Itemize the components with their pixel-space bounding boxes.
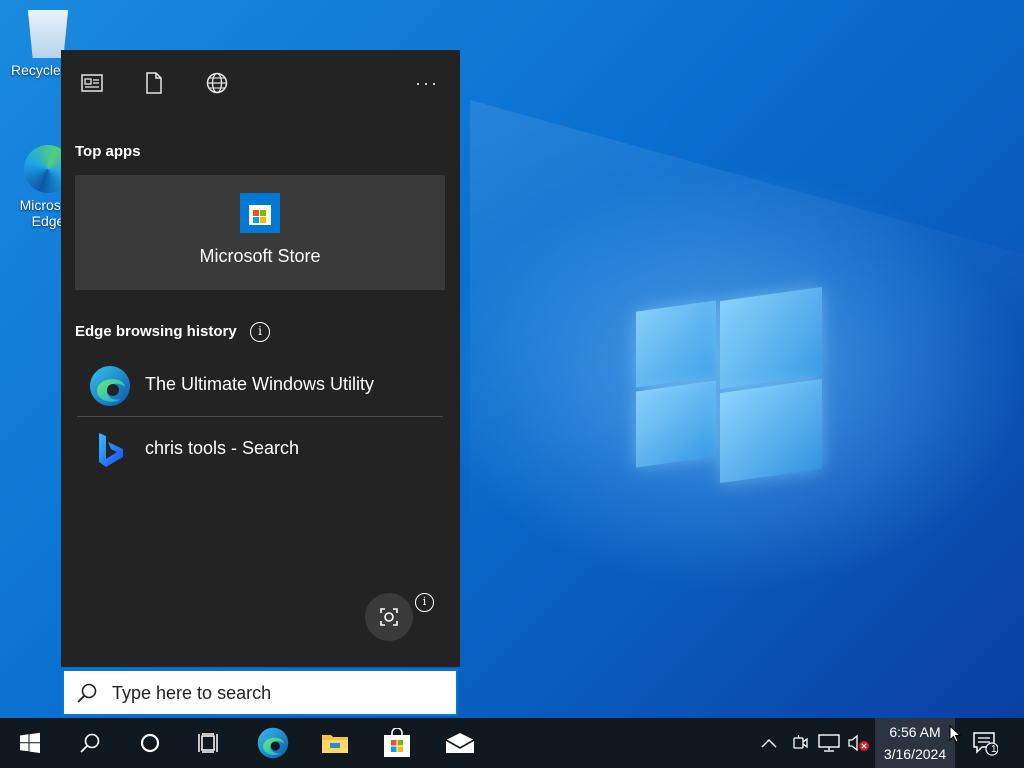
history-item[interactable]: chris tools - Search xyxy=(75,419,445,481)
notification-count: 1 xyxy=(991,744,997,755)
edge-icon xyxy=(257,727,289,759)
search-button[interactable] xyxy=(65,718,115,768)
top-apps-heading: Top apps xyxy=(75,143,141,160)
task-view-button[interactable] xyxy=(185,718,235,768)
mouse-cursor xyxy=(948,724,962,744)
file-explorer-icon xyxy=(322,735,348,753)
edge-icon xyxy=(89,365,131,407)
clock-date: 3/16/2024 xyxy=(883,746,947,762)
divider xyxy=(77,416,443,417)
start-icon xyxy=(20,732,40,753)
taskbar-search-box[interactable] xyxy=(62,669,458,716)
history-item-title: The Ultimate Windows Utility xyxy=(145,374,375,394)
visual-search-icon xyxy=(380,608,398,626)
file-explorer-button[interactable] xyxy=(310,718,360,768)
search-flyout-toolbar: ··· xyxy=(61,50,460,116)
cursor-icon xyxy=(949,725,961,743)
task-view-icon xyxy=(198,733,218,753)
mail-icon xyxy=(445,733,475,753)
more-icon[interactable]: ··· xyxy=(413,70,441,96)
store-icon xyxy=(240,193,280,233)
search-icon xyxy=(80,733,100,753)
search-flyout-panel: ··· Top apps Microsoft Store Edge browsi… xyxy=(61,50,460,667)
mail-button[interactable] xyxy=(435,718,485,768)
visual-search-button[interactable] xyxy=(365,593,413,641)
clock-time: 6:56 AM xyxy=(889,724,941,740)
network-icon xyxy=(818,734,840,752)
document-icon[interactable] xyxy=(140,70,168,96)
meet-now-button[interactable] xyxy=(787,718,813,768)
search-input[interactable] xyxy=(110,671,444,716)
cortana-icon xyxy=(140,733,160,753)
search-icon xyxy=(77,683,97,703)
info-icon[interactable]: i xyxy=(250,322,270,342)
show-hidden-icons-button[interactable] xyxy=(756,718,782,768)
taskbar: 6:56 AM 3/16/2024 1 xyxy=(0,718,1024,768)
taskbar-edge-button[interactable] xyxy=(248,718,298,768)
edge-history-heading: Edge browsing history xyxy=(75,323,237,340)
cortana-button[interactable] xyxy=(125,718,175,768)
start-button[interactable] xyxy=(5,718,55,768)
windows-logo-wallpaper xyxy=(630,286,830,484)
volume-muted-icon xyxy=(848,734,869,752)
chevron-up-icon xyxy=(761,738,777,748)
globe-icon[interactable] xyxy=(203,70,231,96)
network-button[interactable] xyxy=(815,718,843,768)
meet-now-icon xyxy=(793,735,808,749)
taskbar-store-button[interactable] xyxy=(372,718,422,768)
action-center-button[interactable]: 1 xyxy=(965,718,1005,768)
top-app-name: Microsoft Store xyxy=(199,246,321,266)
visual-search-info-icon[interactable]: i xyxy=(415,593,434,612)
bing-icon xyxy=(89,429,131,471)
top-app-card-microsoft-store[interactable]: Microsoft Store xyxy=(75,175,445,290)
news-icon[interactable] xyxy=(78,70,106,96)
history-item[interactable]: The Ultimate Windows Utility xyxy=(75,355,445,417)
store-icon xyxy=(384,728,410,757)
history-item-title: chris tools - Search xyxy=(145,438,300,458)
clock[interactable]: 6:56 AM 3/16/2024 xyxy=(875,718,955,768)
volume-button[interactable] xyxy=(846,718,872,768)
